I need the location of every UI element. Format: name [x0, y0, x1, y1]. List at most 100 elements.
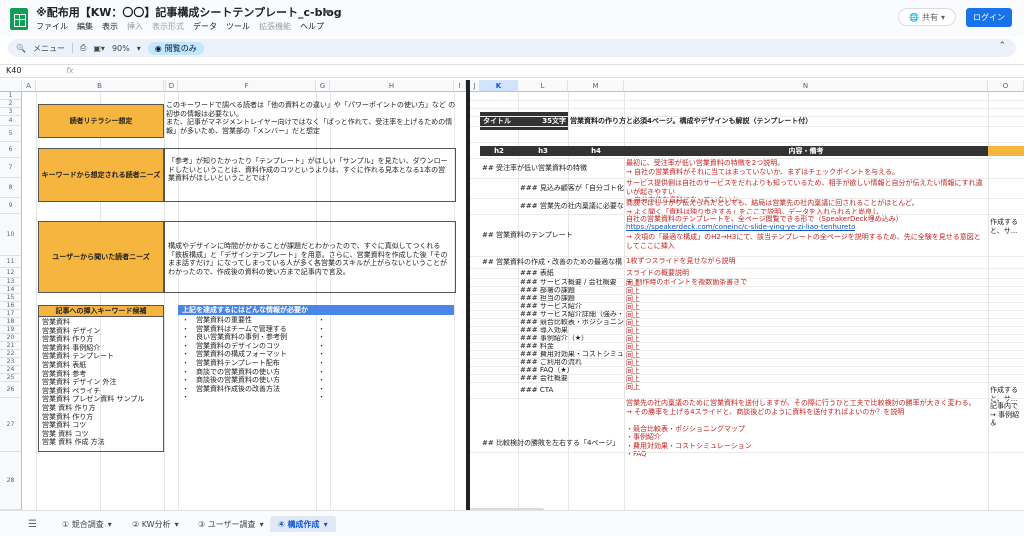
chevron-down-icon: ▾ — [174, 519, 179, 529]
login-button[interactable]: ログイン — [966, 8, 1012, 27]
row-header[interactable]: 3 — [0, 108, 22, 116]
row-header[interactable]: 28 — [0, 452, 22, 510]
h4-header: h4 — [568, 146, 624, 156]
print-icon[interactable]: ⎙ — [80, 43, 86, 53]
column-header-selected[interactable]: K — [480, 80, 518, 92]
column-header[interactable]: N — [624, 80, 988, 92]
column-header[interactable]: G — [316, 80, 330, 92]
share-button[interactable]: 🌐 共有 ▾ — [898, 8, 956, 26]
menu-format[interactable]: 表示形式 — [152, 21, 184, 32]
bullet-icon: ・ — [318, 316, 325, 324]
row-header[interactable]: 11 — [0, 256, 22, 268]
row-header[interactable]: 15 — [0, 294, 22, 302]
search-icon[interactable]: 🔍 — [16, 44, 26, 53]
row-header[interactable]: 20 — [0, 334, 22, 342]
column-header[interactable]: M — [568, 80, 624, 92]
keyword-item: 営業資料 作り方 — [42, 335, 94, 344]
column-header[interactable]: B — [36, 80, 164, 92]
column-header[interactable]: J — [470, 80, 480, 92]
bullet-icon: ・ — [318, 341, 325, 350]
row-header[interactable]: 7 — [0, 158, 22, 178]
document-title[interactable]: ※配布用【KW：〇〇】記事構成シートテンプレート_c-blog — [36, 4, 342, 20]
select-all-corner[interactable] — [0, 80, 22, 92]
row-header[interactable]: 27 — [0, 398, 22, 452]
collapse-toolbar-icon[interactable]: ⌃ — [998, 41, 1006, 51]
keyword-item: 営業資料 参考 — [42, 369, 87, 378]
sheet-tab-competitor[interactable]: ① 競合調査 ▾ — [54, 516, 120, 532]
column-header[interactable]: I — [454, 80, 466, 92]
row-header[interactable]: 18 — [0, 318, 22, 326]
menu-file[interactable]: ファイル — [36, 21, 68, 32]
row-header[interactable]: 6 — [0, 142, 22, 158]
extra-note: 作成すると、サ... — [990, 386, 1018, 403]
name-box[interactable]: K40 — [6, 66, 56, 75]
toolbar-divider — [71, 43, 73, 53]
cloud-saved-icon[interactable]: ☁ — [322, 6, 331, 16]
column-header[interactable]: H — [330, 80, 454, 92]
chevron-down-icon: ▾ — [259, 519, 264, 529]
menu-edit[interactable]: 編集 — [77, 21, 93, 32]
row-header[interactable]: 8 — [0, 178, 22, 198]
bullet-icon: ・ — [318, 350, 325, 359]
freeze-divider[interactable] — [466, 80, 470, 510]
bullet-icon: ・ — [318, 367, 325, 376]
row-header[interactable]: 5 — [0, 126, 22, 142]
row-header[interactable]: 13 — [0, 278, 22, 286]
menu-tools[interactable]: ツール — [226, 21, 250, 32]
row-header[interactable]: 26 — [0, 382, 22, 398]
column-header[interactable]: D — [166, 80, 178, 92]
row-header[interactable]: 25 — [0, 374, 22, 382]
row-header[interactable]: 22 — [0, 350, 22, 358]
view-only-button[interactable]: ◉ 閲覧のみ — [147, 41, 204, 55]
literacy-text: このキーワードで調べる読者は「他の資料との違い」や「パワーポイントの使い方」など… — [166, 101, 456, 135]
menu-view[interactable]: 表示 — [102, 21, 118, 32]
row-header[interactable]: 10 — [0, 214, 22, 256]
row-header[interactable]: 1 — [0, 92, 22, 100]
menu-data[interactable]: データ — [193, 21, 217, 32]
outline-heading: ### 表紙 — [520, 268, 554, 277]
spreadsheet-grid[interactable]: A B D F G H I J K L M N O 1 2 3 4 5 6 7 8 9 10 11 1… — [0, 80, 1024, 510]
sheet-tab-structure[interactable]: ④ 構成作成 ▾ — [270, 516, 336, 532]
menu-help[interactable]: ヘルプ — [300, 21, 324, 32]
row-header[interactable]: 2 — [0, 100, 22, 108]
menu-insert[interactable]: 挿入 — [127, 21, 143, 32]
menu-search-label[interactable]: メニュー — [33, 43, 65, 54]
column-header[interactable]: A — [22, 80, 36, 92]
row-header[interactable]: 12 — [0, 268, 22, 278]
info-item: 営業資料の構成フォーマット — [196, 350, 287, 359]
chevron-down-icon[interactable]: ▾ — [137, 44, 141, 53]
outline-heading: ### 導入効果 — [520, 326, 568, 334]
all-sheets-menu-icon[interactable]: ☰ — [28, 519, 37, 530]
menu-extensions[interactable]: 拡張機能 — [259, 21, 291, 32]
keyword-item: 営業資料 プレゼン資料 サンプル — [42, 395, 145, 404]
row-header[interactable]: 14 — [0, 286, 22, 294]
outline-heading: ### サービス概要 / 会社概要 — [520, 278, 617, 286]
extra-note: 作成すると、サ... — [990, 218, 1018, 235]
toolbar: 🔍 メニュー ⎙ ▣▾ 90% ▾ ◉ 閲覧のみ ⌃ — [8, 39, 1016, 57]
outline-heading: ### 料金 — [520, 342, 554, 350]
zoom-select[interactable]: 90% — [112, 44, 130, 53]
sheet-tab-label: ① 競合調査 — [62, 519, 104, 529]
row-header[interactable]: 19 — [0, 326, 22, 334]
info-item: 良い営業資料の事例・参考例 — [196, 333, 287, 342]
globe-icon: 🌐 — [909, 12, 919, 22]
needs-label: キーワードから想定される読者ニーズ — [38, 148, 164, 202]
sheet-tab-user[interactable]: ③ ユーザー調査 ▾ — [190, 516, 272, 532]
outline-heading: ### FAQ（★） — [520, 366, 574, 374]
sheet-tab-label: ② KW分析 — [132, 519, 171, 529]
row-header[interactable]: 21 — [0, 342, 22, 350]
row-header[interactable]: 24 — [0, 366, 22, 374]
column-header[interactable]: F — [178, 80, 316, 92]
row-header[interactable]: 9 — [0, 198, 22, 214]
row-header[interactable]: 16 — [0, 302, 22, 310]
bullet-icon: ・ — [318, 393, 325, 402]
row-header[interactable]: 4 — [0, 116, 22, 126]
speakerdeck-link[interactable]: https://speakerdeck.com/coneinc/c-slide-… — [626, 223, 855, 232]
column-header[interactable]: L — [518, 80, 568, 92]
paint-format-icon[interactable]: ▣▾ — [93, 44, 105, 53]
row-header[interactable]: 17 — [0, 310, 22, 318]
row-header[interactable]: 23 — [0, 358, 22, 366]
column-header[interactable]: O — [988, 80, 1024, 92]
sheet-tab-kw[interactable]: ② KW分析 ▾ — [124, 516, 187, 532]
bullet-icon: ・ — [182, 376, 189, 385]
